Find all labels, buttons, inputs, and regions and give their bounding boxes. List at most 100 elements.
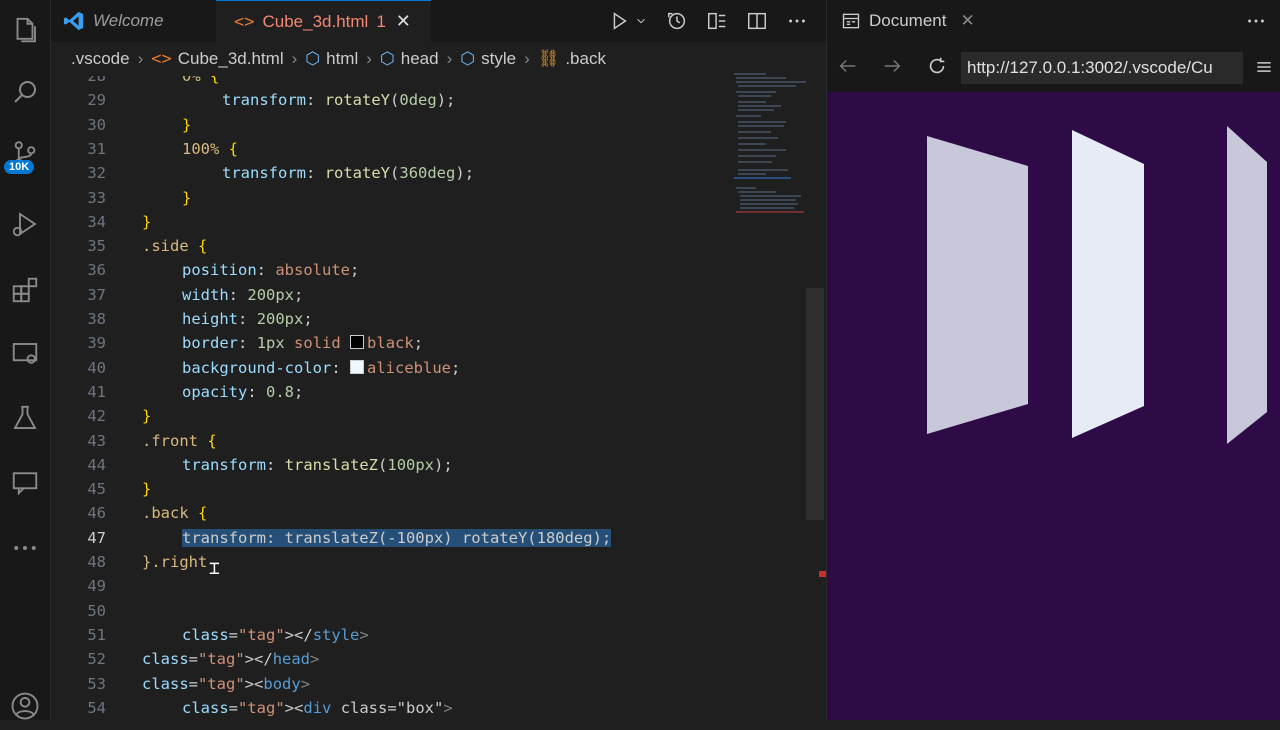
html-file-icon: <> (151, 49, 172, 69)
code-line[interactable]: 48}.right (51, 550, 726, 574)
symbol-structure-icon: ⬡ (379, 49, 395, 68)
line-number: 48 (87, 553, 106, 571)
code-line[interactable]: 29 transform: rotateY(0deg); (51, 88, 726, 112)
line-number: 54 (87, 698, 106, 717)
tab-welcome[interactable]: Welcome (51, 0, 216, 42)
breadcrumb-item-vscode[interactable]: .vscode (71, 49, 130, 69)
breadcrumb-item-head[interactable]: ⬡ head (380, 49, 439, 69)
forward-arrow-icon[interactable] (881, 55, 903, 77)
split-editor-icon[interactable] (746, 10, 768, 32)
account-icon[interactable] (0, 682, 50, 730)
preview-icon (842, 13, 860, 29)
code-text: transform: translateZ(100px); (182, 455, 453, 474)
code-line[interactable]: 45} (51, 477, 726, 501)
code-line[interactable]: 47 transform: translateZ(-100px) rotateY(… (51, 526, 726, 550)
search-icon[interactable] (0, 68, 50, 116)
tab-document[interactable]: Document ✕ (827, 11, 975, 31)
code-line[interactable]: 42} (51, 404, 726, 428)
code-line[interactable]: 31 100% { (51, 137, 726, 161)
code-line[interactable]: 37 width: 200px; (51, 283, 726, 307)
more-actions-icon[interactable] (1245, 10, 1267, 32)
chevron-right-icon: › (446, 49, 453, 68)
line-number: 28 (87, 76, 106, 85)
breadcrumb-label: .vscode (71, 49, 130, 68)
timeline-icon[interactable] (666, 10, 688, 32)
code-line[interactable]: 41 opacity: 0.8; (51, 380, 726, 404)
editor-tab-bar: Welcome <> Cube_3d.html 1 ✕ (51, 0, 826, 42)
breadcrumb-label: style (481, 49, 517, 68)
open-changes-icon[interactable] (706, 10, 728, 32)
line-number: 52 (87, 650, 106, 669)
code-line[interactable]: 43 .front { (51, 429, 726, 453)
code-line[interactable]: 44 transform: translateZ(100px); (51, 453, 726, 477)
tab-welcome-label: Welcome (93, 11, 164, 30)
line-number: 36 (87, 261, 106, 280)
run-debug-icon[interactable] (0, 200, 50, 248)
text-cursor-icon: ⌶ (209, 558, 220, 579)
symbol-structure-icon: ⬡ (305, 49, 321, 68)
code-line[interactable]: 54 class="tag"><div class="box"> (51, 696, 726, 720)
line-number: 43 (87, 431, 106, 450)
code-line[interactable]: 50 (51, 599, 726, 623)
code-line[interactable]: 33} (51, 186, 726, 210)
breadcrumb-item-style[interactable]: ⬡ style (460, 49, 516, 69)
vscode-logo-icon (63, 11, 84, 31)
more-actions-icon[interactable] (786, 10, 808, 32)
run-icon[interactable] (608, 10, 630, 32)
more-icon[interactable] (0, 524, 50, 572)
code-line[interactable]: 39 border: 1px solid black; (51, 331, 726, 355)
code-line[interactable]: 51 class="tag"></style> (51, 623, 726, 647)
line-number: 51 (87, 625, 106, 644)
breadcrumb-item-back[interactable]: ⛓ .back (538, 49, 606, 69)
code-text: 0% { (182, 76, 220, 85)
code-line[interactable]: 30} (51, 113, 726, 137)
chat-icon[interactable] (0, 458, 50, 506)
code-line[interactable]: 35 .side { (51, 234, 726, 258)
chevron-right-icon: › (291, 49, 298, 68)
code-line[interactable]: 46 .back { (51, 501, 726, 525)
line-number: 49 (87, 577, 106, 596)
back-arrow-icon[interactable] (837, 55, 859, 77)
line-number: 50 (87, 601, 106, 620)
code-text: .side { (142, 237, 208, 256)
breadcrumb-item-html[interactable]: ⬡ html (305, 49, 358, 69)
line-number: 41 (87, 382, 106, 401)
testing-icon[interactable] (0, 394, 50, 442)
code-text: 100% { (182, 139, 239, 158)
reload-icon[interactable] (926, 55, 948, 77)
code-line[interactable]: 28 0% { (51, 76, 726, 88)
url-input[interactable]: http://127.0.0.1:3002/.vscode/Cu (961, 52, 1243, 84)
code-line[interactable]: 52 class="tag"></head> (51, 647, 726, 671)
menu-icon[interactable] (1254, 57, 1274, 77)
code-line[interactable]: 36 position: absolute; (51, 258, 726, 282)
code-line[interactable]: 32 transform: rotateY(360deg); (51, 161, 726, 185)
tab-cube-3d-html[interactable]: <> Cube_3d.html 1 ✕ (216, 0, 431, 42)
line-number: 35 (87, 237, 106, 256)
code-line[interactable]: 40 background-color: aliceblue; (51, 356, 726, 380)
breadcrumb-item-file[interactable]: <> Cube_3d.html (151, 49, 283, 69)
code-text: transform: translateZ(-100px) rotateY(18… (182, 528, 612, 547)
minimap-preview (734, 73, 806, 213)
code-line[interactable]: 49 (51, 574, 726, 598)
chevron-right-icon: › (524, 49, 530, 68)
editor-scrollbar[interactable] (806, 288, 824, 520)
code-line[interactable]: 34} (51, 210, 726, 234)
close-icon[interactable]: ✕ (960, 11, 974, 31)
line-number: 31 (87, 139, 106, 158)
rendered-page (827, 92, 1280, 720)
extensions-icon[interactable] (0, 266, 50, 314)
explorer-icon[interactable] (0, 6, 50, 54)
browser-preview-panel: Document ✕ http://127.0.0.1:3002/.vscode… (826, 0, 1280, 720)
close-tab-icon[interactable]: ✕ (396, 11, 411, 32)
line-number: 46 (87, 504, 106, 523)
cube-side-left (927, 136, 1028, 434)
code-line[interactable]: 53 class="tag"><body> (51, 672, 726, 696)
code-text: transform: rotateY(0deg); (222, 91, 456, 110)
code-text: background-color: aliceblue; (182, 358, 461, 377)
code-text: border: 1px solid black; (182, 334, 424, 353)
code-line[interactable]: 38 height: 200px; (51, 307, 726, 331)
code-text: } (182, 188, 192, 207)
chevron-down-icon[interactable] (634, 10, 648, 32)
remote-explorer-icon[interactable] (0, 330, 50, 378)
code-editor[interactable]: 28 0% { 29 transform: rotateY(0deg); 30} 31 10… (51, 76, 726, 720)
